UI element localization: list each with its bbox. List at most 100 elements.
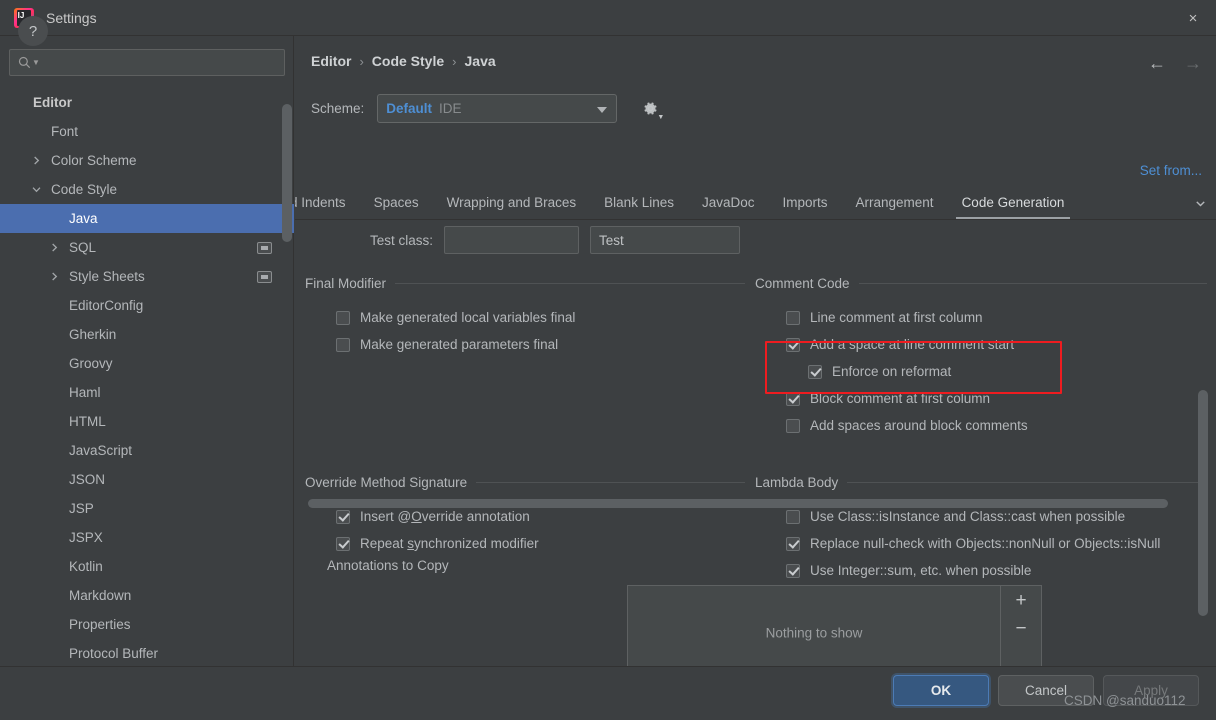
remove-annotation-button[interactable]: − [1015,619,1026,638]
checkbox-make-generated-parameters-final[interactable]: Make generated parameters final [336,331,745,358]
checkbox-line-comment-at-first-column[interactable]: Line comment at first column [786,304,1207,331]
tab-arrangement[interactable]: Arrangement [842,186,948,219]
content-horizontal-scrollbar-thumb[interactable] [308,499,1168,508]
sidebar-item-java[interactable]: Java [0,204,294,233]
settings-tree[interactable]: Editor Font Color Scheme Code Style Java SQL S… [0,88,294,666]
ok-button[interactable]: OK [893,675,989,706]
search-dropdown-icon[interactable]: ▼ [32,58,40,67]
sidebar-item-code-style[interactable]: Code Style [0,175,294,204]
sidebar-item-editor[interactable]: Editor [0,88,294,117]
chevron-down-icon[interactable] [30,183,43,196]
sidebar-item-color-scheme[interactable]: Color Scheme [0,146,294,175]
checkbox-unchecked-icon[interactable] [786,418,800,433]
sidebar-item-sql[interactable]: SQL [0,233,294,262]
checkbox-replace-null-check-with-objects-nonnull-or-obj[interactable]: Replace null-check with Objects::nonNull… [786,530,1207,557]
forward-arrow-icon[interactable]: → [1184,54,1202,72]
tab-label: Wrapping and Braces [446,194,577,210]
tab-code-generation[interactable]: Code Generation [948,186,1079,219]
sidebar-scrollbar[interactable] [282,104,292,242]
sidebar-item-json[interactable]: JSON [0,465,294,494]
sidebar-item-font[interactable]: Font [0,117,294,146]
add-annotation-button[interactable]: + [1015,591,1026,610]
tab-spaces[interactable]: Spaces [360,186,433,219]
checkbox-unchecked-icon[interactable] [786,509,800,524]
sidebar-item-editorconfig[interactable]: EditorConfig [0,291,294,320]
chevron-right-icon[interactable] [48,270,61,283]
search-box[interactable]: ▼ [9,49,285,76]
checkbox-label: Repeat synchronized modifier [360,536,539,551]
comment-code-group: Comment Code Line comment at first colum… [755,276,1207,439]
sidebar-item-kotlin[interactable]: Kotlin [0,552,294,581]
sidebar-item-label: Markdown [69,588,132,603]
checkbox-checked-icon[interactable] [336,509,350,524]
sidebar-item-html[interactable]: HTML [0,407,294,436]
chevron-right-icon[interactable] [30,154,43,167]
annotations-to-copy-label: Annotations to Copy [327,558,449,573]
test-class-prefix-input[interactable] [444,226,579,254]
sidebar-item-groovy[interactable]: Groovy [0,349,294,378]
group-divider [847,482,1207,483]
tab-blank-lines[interactable]: Blank Lines [590,186,688,219]
chevron-right-icon[interactable] [48,241,61,254]
test-class-suffix-input[interactable]: Test [590,226,740,254]
search-input[interactable] [39,54,284,71]
tab-javadoc[interactable]: JavaDoc [688,186,769,219]
set-from-link[interactable]: Set from... [1140,163,1202,178]
help-button[interactable]: ? [18,16,48,46]
settings-dialog: IJ Settings × ▼ Editor Font Color Scheme Co… [0,0,1216,720]
sidebar-item-gherkin[interactable]: Gherkin [0,320,294,349]
navigation-arrows: ← → [1148,54,1202,72]
checkbox-checked-icon[interactable] [786,391,800,406]
checkbox-checked-icon[interactable] [786,563,800,578]
back-arrow-icon[interactable]: ← [1148,54,1166,72]
checkbox-unchecked-icon[interactable] [336,337,350,352]
checkbox-repeat-synchronized-modifier[interactable]: Repeat synchronized modifier [336,530,745,557]
checkbox-unchecked-icon[interactable] [786,310,800,325]
close-icon[interactable]: × [1170,0,1216,36]
sidebar-item-label: SQL [69,240,97,255]
checkbox-checked-icon[interactable] [808,364,822,379]
test-class-row: Test class: Test [295,220,765,260]
checkbox-add-spaces-around-block-comments[interactable]: Add spaces around block comments [786,412,1207,439]
annotations-list-body[interactable]: Nothing to show [628,586,1000,666]
group-title-text: Override Method Signature [305,475,468,490]
sidebar-item-protocol-buffer[interactable]: Protocol Buffer [0,639,294,666]
checkbox-add-a-space-at-line-comment-start[interactable]: Add a space at line comment start [786,331,1207,358]
scheme-settings-button[interactable]: ▼ [639,98,665,121]
breadcrumb-item-editor[interactable]: Editor [311,53,351,69]
sidebar-item-properties[interactable]: Properties [0,610,294,639]
sidebar-item-jsp[interactable]: JSP [0,494,294,523]
tab-wrapping-and-braces[interactable]: Wrapping and Braces [433,186,591,219]
tab-imports[interactable]: Imports [769,186,842,219]
sidebar-item-markdown[interactable]: Markdown [0,581,294,610]
module-scope-icon [257,270,272,283]
gear-dropdown-icon: ▼ [657,113,665,121]
checkbox-checked-icon[interactable] [786,536,800,551]
checkbox-block-comment-at-first-column[interactable]: Block comment at first column [786,385,1207,412]
checkbox-make-generated-local-variables-final[interactable]: Make generated local variables final [336,304,745,331]
annotations-to-copy-list[interactable]: Nothing to show + − [627,585,1042,666]
scheme-dropdown[interactable]: Default IDE [377,94,618,123]
sidebar-item-label: Haml [69,385,101,400]
content-panel: Editor › Code Style › Java ← → Scheme: Defau… [295,36,1216,666]
checkbox-checked-icon[interactable] [786,337,800,352]
tab-label: Code Generation [961,194,1065,210]
checkbox-checked-icon[interactable] [336,536,350,551]
sidebar-item-style-sheets[interactable]: Style Sheets [0,262,294,291]
sidebar-item-javascript[interactable]: JavaScript [0,436,294,465]
checkbox-unchecked-icon[interactable] [336,310,350,325]
sidebar-item-haml[interactable]: Haml [0,378,294,407]
tab-label: Blank Lines [604,194,674,210]
tab-overflow-chevron-down-icon[interactable] [1184,186,1216,219]
breadcrumb-item-java: Java [464,53,496,69]
checkbox-enforce-on-reformat[interactable]: Enforce on reformat [808,358,1207,385]
tab-and-indents[interactable]: and Indents [295,186,360,219]
breadcrumb-item-code-style[interactable]: Code Style [372,53,444,69]
checkbox-use-integer-sum-etc-when-possible[interactable]: Use Integer::sum, etc. when possible [786,557,1207,584]
sidebar-item-jspx[interactable]: JSPX [0,523,294,552]
